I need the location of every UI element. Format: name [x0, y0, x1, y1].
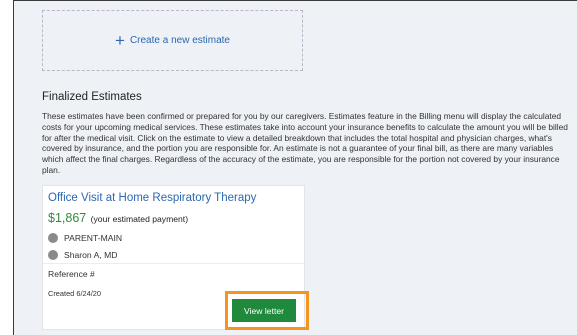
create-estimate-label: Create a new estimate: [129, 35, 230, 46]
estimates-panel: + Create a new estimate Finalized Estima…: [13, 0, 577, 335]
provider-label: Sharon A, MD: [64, 250, 118, 260]
department-label: PARENT-MAIN: [64, 233, 123, 243]
create-estimate-button[interactable]: + Create a new estimate: [42, 10, 303, 71]
department-row: PARENT-MAIN: [48, 233, 122, 243]
divider: [43, 263, 304, 264]
plus-icon: +: [115, 31, 125, 50]
estimated-amount: $1,867: [48, 211, 87, 225]
person-icon: [48, 250, 58, 260]
estimated-payment: $1,867 (your estimated payment): [48, 211, 188, 225]
provider-row: Sharon A, MD: [48, 250, 118, 260]
reference-label: Reference #: [48, 269, 95, 279]
section-title: Finalized Estimates: [42, 91, 142, 103]
estimate-title-link[interactable]: Office Visit at Home Respiratory Therapy: [48, 192, 256, 204]
highlight-box: View letter: [225, 291, 309, 330]
view-letter-button[interactable]: View letter: [232, 299, 296, 322]
section-description: These estimates have been confirmed or p…: [42, 111, 568, 175]
estimated-amount-note: (your estimated payment): [90, 214, 189, 224]
created-date: Created 6/24/20: [48, 289, 102, 298]
building-icon: [48, 233, 58, 243]
